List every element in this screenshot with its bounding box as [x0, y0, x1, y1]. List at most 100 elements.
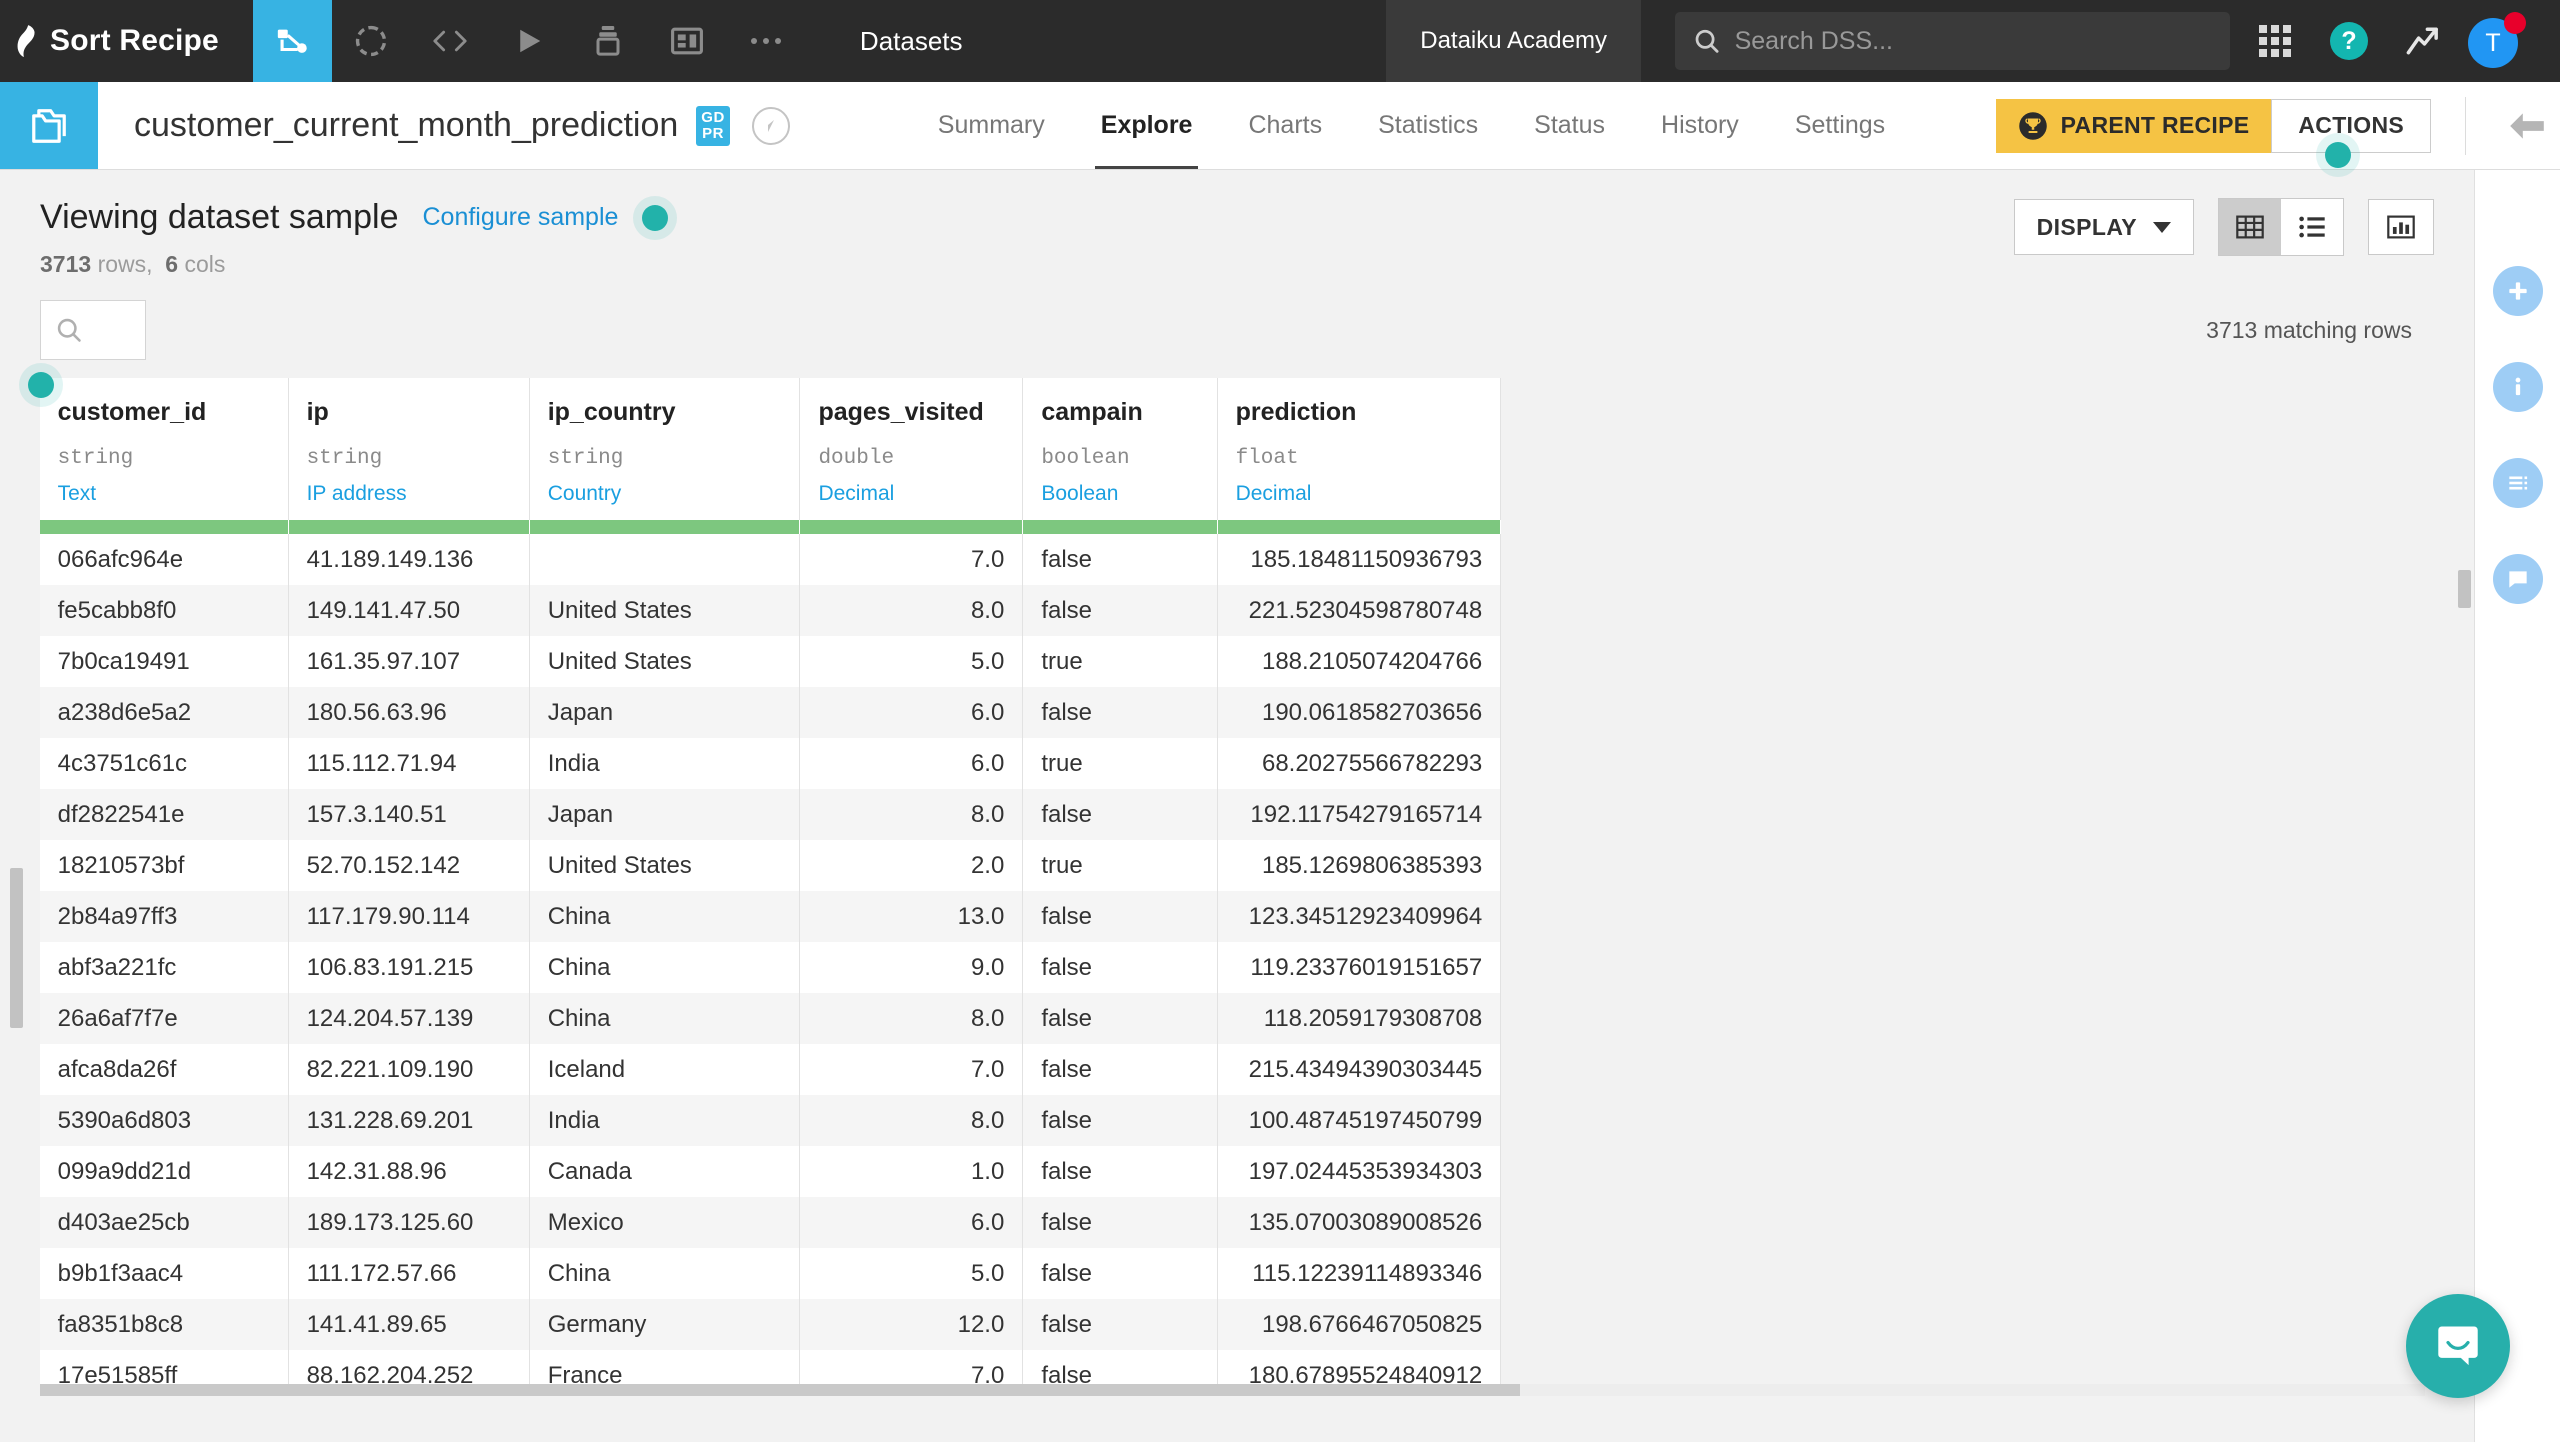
- cell-campain[interactable]: false: [1022, 1299, 1218, 1350]
- tab-explore[interactable]: Explore: [1073, 82, 1221, 169]
- cell-ip[interactable]: 161.35.97.107: [288, 636, 530, 687]
- cell-ip[interactable]: 41.189.149.136: [288, 534, 530, 585]
- cell-ip[interactable]: 115.112.71.94: [288, 738, 530, 789]
- cell-campain[interactable]: false: [1022, 942, 1218, 993]
- nav-more-button[interactable]: [727, 0, 806, 82]
- column-search-box[interactable]: [40, 300, 146, 360]
- search-input[interactable]: [1734, 26, 2212, 56]
- column-meaning[interactable]: Boolean: [1041, 482, 1198, 506]
- tab-status[interactable]: Status: [1506, 82, 1633, 169]
- column-meaning[interactable]: Country: [548, 482, 782, 506]
- cell-customer_id[interactable]: 26a6af7f7e: [39, 993, 289, 1044]
- gdpr-badge[interactable]: GD PR: [696, 105, 730, 146]
- cell-prediction[interactable]: 192.11754279165714: [1217, 789, 1502, 840]
- cell-ip[interactable]: 124.204.57.139: [288, 993, 530, 1044]
- table-row[interactable]: 18210573bf 52.70.152.142 United States 2.0 t…: [0, 840, 2474, 891]
- apps-grid-button[interactable]: [2238, 25, 2312, 57]
- cell-prediction[interactable]: 68.20275566782293: [1217, 738, 1502, 789]
- cell-customer_id[interactable]: 4c3751c61c: [39, 738, 289, 789]
- cell-pages_visited[interactable]: 8.0: [799, 1095, 1024, 1146]
- cell-pages_visited[interactable]: 6.0: [799, 738, 1024, 789]
- table-row[interactable]: 26a6af7f7e 124.204.57.139 China 8.0 false 118…: [0, 993, 2474, 1044]
- nav-dashboard-button[interactable]: [648, 0, 727, 82]
- details-button[interactable]: [2492, 458, 2543, 508]
- display-button[interactable]: DISPLAY: [2013, 199, 2194, 255]
- configure-sample-link[interactable]: Configure sample: [422, 203, 618, 232]
- nav-jobs-button[interactable]: [569, 0, 648, 82]
- cell-ip_country[interactable]: China: [529, 993, 801, 1044]
- cell-prediction[interactable]: 197.02445353934303: [1217, 1146, 1502, 1197]
- column-header-ip_country[interactable]: ip_country string Country: [529, 378, 801, 520]
- cell-campain[interactable]: true: [1022, 840, 1218, 891]
- cell-campain[interactable]: false: [1022, 585, 1218, 636]
- cell-prediction[interactable]: 115.12239114893346: [1217, 1248, 1502, 1299]
- cell-campain[interactable]: true: [1022, 738, 1218, 789]
- academy-label[interactable]: Dataiku Academy: [1386, 0, 1641, 82]
- table-row[interactable]: 066afc964e 41.189.149.136 7.0 false 185.1848…: [0, 534, 2474, 585]
- compass-button[interactable]: [751, 106, 790, 145]
- cell-ip_country[interactable]: India: [529, 738, 801, 789]
- cell-ip_country[interactable]: Mexico: [529, 1197, 801, 1248]
- cell-customer_id[interactable]: fe5cabb8f0: [39, 585, 289, 636]
- cell-campain[interactable]: false: [1022, 1044, 1218, 1095]
- column-header-customer_id[interactable]: customer_id string Text: [39, 378, 289, 520]
- cell-prediction[interactable]: 190.0618582703656: [1217, 687, 1502, 738]
- cell-campain[interactable]: false: [1022, 891, 1218, 942]
- cell-ip_country[interactable]: United States: [529, 636, 801, 687]
- table-row[interactable]: fe5cabb8f0 149.141.47.50 United States 8.0 f…: [0, 585, 2474, 636]
- cell-ip[interactable]: 111.172.57.66: [288, 1248, 530, 1299]
- actions-button[interactable]: ACTIONS: [2271, 98, 2431, 153]
- cell-pages_visited[interactable]: 5.0: [799, 636, 1024, 687]
- parent-recipe-button[interactable]: PARENT RECIPE: [1995, 98, 2272, 153]
- cell-prediction[interactable]: 123.34512923409964: [1217, 891, 1502, 942]
- column-header-ip[interactable]: ip string IP address: [288, 378, 530, 520]
- back-button[interactable]: [2494, 109, 2560, 143]
- column-header-pages_visited[interactable]: pages_visited double Decimal: [799, 378, 1024, 520]
- tab-settings[interactable]: Settings: [1767, 82, 1913, 169]
- table-row[interactable]: 099a9dd21d 142.31.88.96 Canada 1.0 false 197.…: [0, 1146, 2474, 1197]
- cell-ip_country[interactable]: China: [529, 891, 801, 942]
- cell-ip[interactable]: 131.228.69.201: [288, 1095, 530, 1146]
- cell-pages_visited[interactable]: 6.0: [799, 687, 1024, 738]
- cell-ip[interactable]: 142.31.88.96: [288, 1146, 530, 1197]
- cell-ip_country[interactable]: United States: [529, 840, 801, 891]
- column-header-campain[interactable]: campain boolean Boolean: [1022, 378, 1218, 520]
- cell-pages_visited[interactable]: 8.0: [799, 585, 1024, 636]
- table-row[interactable]: 7b0ca19491 161.35.97.107 United States 5.0 t…: [0, 636, 2474, 687]
- help-button[interactable]: ?: [2312, 22, 2386, 60]
- cell-customer_id[interactable]: d403ae25cb: [39, 1197, 289, 1248]
- cell-ip_country[interactable]: China: [529, 1248, 801, 1299]
- cell-prediction[interactable]: 188.2105074204766: [1217, 636, 1502, 687]
- cell-ip[interactable]: 180.56.63.96: [288, 687, 530, 738]
- cell-ip[interactable]: 106.83.191.215: [288, 942, 530, 993]
- cell-prediction[interactable]: 100.48745197450799: [1217, 1095, 1502, 1146]
- cell-pages_visited[interactable]: 7.0: [799, 534, 1024, 585]
- table-row[interactable]: abf3a221fc 106.83.191.215 China 9.0 false 119…: [0, 942, 2474, 993]
- cell-pages_visited[interactable]: 12.0: [799, 1299, 1024, 1350]
- cell-ip_country[interactable]: Iceland: [529, 1044, 801, 1095]
- tab-summary[interactable]: Summary: [910, 82, 1073, 169]
- list-view-button[interactable]: [2281, 199, 2343, 255]
- cell-prediction[interactable]: 119.23376019151657: [1217, 942, 1502, 993]
- cell-pages_visited[interactable]: 8.0: [799, 789, 1024, 840]
- cell-campain[interactable]: false: [1022, 1095, 1218, 1146]
- section-label-datasets[interactable]: Datasets: [832, 0, 991, 82]
- tutorial-dot-table[interactable]: [28, 372, 54, 398]
- cell-customer_id[interactable]: 066afc964e: [39, 534, 289, 585]
- cell-ip[interactable]: 141.41.89.65: [288, 1299, 530, 1350]
- cell-customer_id[interactable]: 18210573bf: [39, 840, 289, 891]
- cell-ip[interactable]: 189.173.125.60: [288, 1197, 530, 1248]
- global-search-box[interactable]: [1675, 12, 2230, 70]
- cell-ip[interactable]: 117.179.90.114: [288, 891, 530, 942]
- cell-ip_country[interactable]: Japan: [529, 687, 801, 738]
- cell-customer_id[interactable]: 099a9dd21d: [39, 1146, 289, 1197]
- nav-flow-button[interactable]: [252, 0, 332, 82]
- dataiku-logo[interactable]: [0, 0, 50, 82]
- cell-pages_visited[interactable]: 5.0: [799, 1248, 1024, 1299]
- row-scrollbar-thumb-left[interactable]: [10, 868, 23, 1028]
- cell-customer_id[interactable]: 5390a6d803: [39, 1095, 289, 1146]
- cell-ip[interactable]: 52.70.152.142: [288, 840, 530, 891]
- cell-campain[interactable]: false: [1022, 1146, 1218, 1197]
- cell-customer_id[interactable]: b9b1f3aac4: [39, 1248, 289, 1299]
- cell-customer_id[interactable]: abf3a221fc: [39, 942, 289, 993]
